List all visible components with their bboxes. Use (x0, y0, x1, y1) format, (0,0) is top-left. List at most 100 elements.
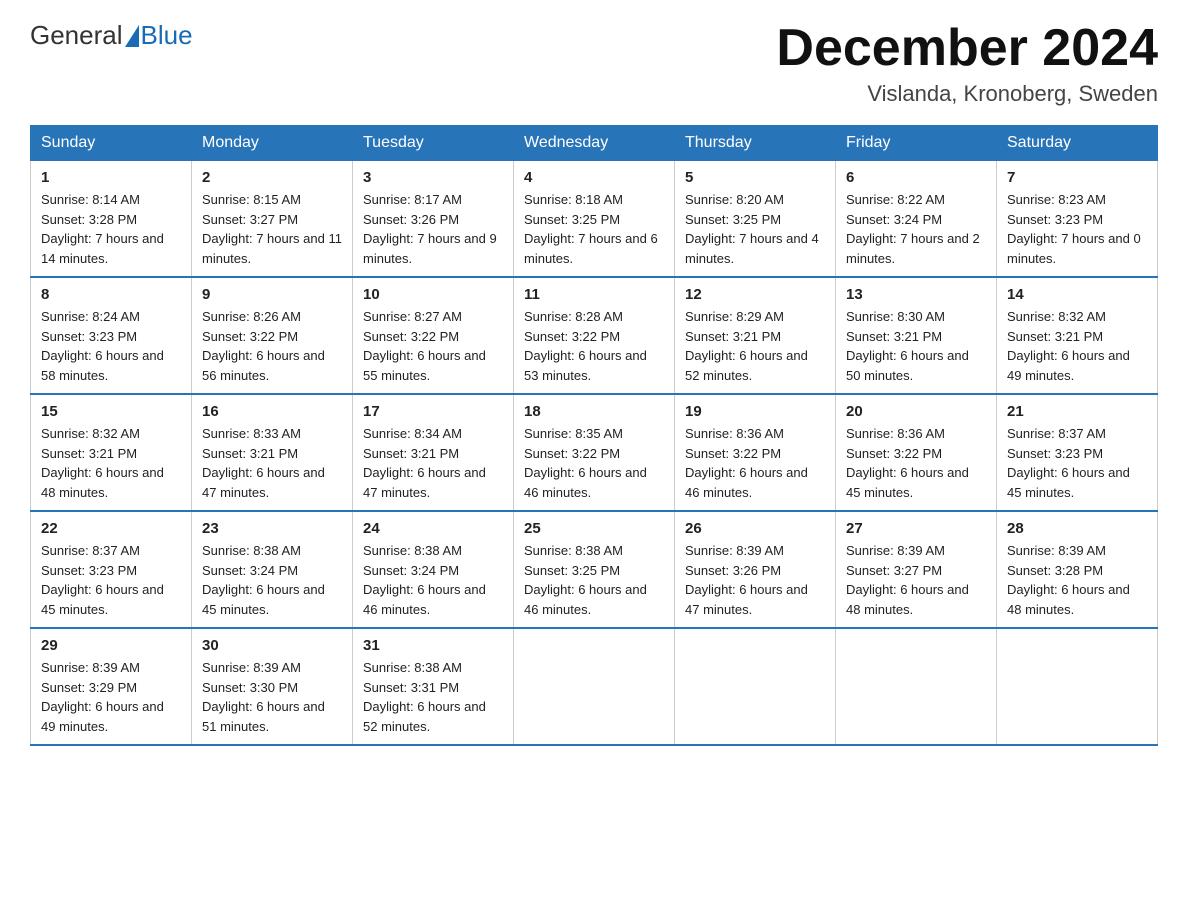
calendar-cell: 14 Sunrise: 8:32 AMSunset: 3:21 PMDaylig… (997, 277, 1158, 394)
day-number: 27 (846, 520, 986, 537)
month-title: December 2024 (776, 20, 1158, 77)
calendar-cell: 22 Sunrise: 8:37 AMSunset: 3:23 PMDaylig… (31, 511, 192, 628)
day-number: 10 (363, 286, 503, 303)
calendar-cell (675, 628, 836, 745)
calendar-week-row: 1 Sunrise: 8:14 AMSunset: 3:28 PMDayligh… (31, 161, 1158, 278)
day-number: 25 (524, 520, 664, 537)
logo-general-text: General (30, 20, 123, 51)
header-day-tuesday: Tuesday (353, 126, 514, 161)
day-info: Sunrise: 8:26 AMSunset: 3:22 PMDaylight:… (202, 309, 325, 383)
day-number: 26 (685, 520, 825, 537)
day-info: Sunrise: 8:34 AMSunset: 3:21 PMDaylight:… (363, 426, 486, 500)
calendar-cell: 10 Sunrise: 8:27 AMSunset: 3:22 PMDaylig… (353, 277, 514, 394)
location: Vislanda, Kronoberg, Sweden (776, 81, 1158, 107)
day-info: Sunrise: 8:38 AMSunset: 3:24 PMDaylight:… (363, 543, 486, 617)
header-day-monday: Monday (192, 126, 353, 161)
calendar-cell: 6 Sunrise: 8:22 AMSunset: 3:24 PMDayligh… (836, 161, 997, 278)
calendar-cell: 24 Sunrise: 8:38 AMSunset: 3:24 PMDaylig… (353, 511, 514, 628)
day-number: 16 (202, 403, 342, 420)
calendar-cell: 13 Sunrise: 8:30 AMSunset: 3:21 PMDaylig… (836, 277, 997, 394)
calendar-cell: 19 Sunrise: 8:36 AMSunset: 3:22 PMDaylig… (675, 394, 836, 511)
day-info: Sunrise: 8:38 AMSunset: 3:31 PMDaylight:… (363, 660, 486, 734)
day-info: Sunrise: 8:17 AMSunset: 3:26 PMDaylight:… (363, 192, 497, 266)
day-number: 4 (524, 169, 664, 186)
day-info: Sunrise: 8:38 AMSunset: 3:25 PMDaylight:… (524, 543, 647, 617)
day-number: 30 (202, 637, 342, 654)
calendar-cell: 16 Sunrise: 8:33 AMSunset: 3:21 PMDaylig… (192, 394, 353, 511)
day-number: 28 (1007, 520, 1147, 537)
day-info: Sunrise: 8:36 AMSunset: 3:22 PMDaylight:… (846, 426, 969, 500)
calendar-cell: 27 Sunrise: 8:39 AMSunset: 3:27 PMDaylig… (836, 511, 997, 628)
day-number: 6 (846, 169, 986, 186)
calendar-cell: 31 Sunrise: 8:38 AMSunset: 3:31 PMDaylig… (353, 628, 514, 745)
calendar-cell (836, 628, 997, 745)
calendar-cell: 26 Sunrise: 8:39 AMSunset: 3:26 PMDaylig… (675, 511, 836, 628)
day-info: Sunrise: 8:14 AMSunset: 3:28 PMDaylight:… (41, 192, 164, 266)
day-number: 24 (363, 520, 503, 537)
day-info: Sunrise: 8:30 AMSunset: 3:21 PMDaylight:… (846, 309, 969, 383)
header-day-sunday: Sunday (31, 126, 192, 161)
day-number: 15 (41, 403, 181, 420)
calendar-cell: 20 Sunrise: 8:36 AMSunset: 3:22 PMDaylig… (836, 394, 997, 511)
calendar-cell: 12 Sunrise: 8:29 AMSunset: 3:21 PMDaylig… (675, 277, 836, 394)
day-info: Sunrise: 8:35 AMSunset: 3:22 PMDaylight:… (524, 426, 647, 500)
header-day-friday: Friday (836, 126, 997, 161)
day-number: 17 (363, 403, 503, 420)
day-info: Sunrise: 8:39 AMSunset: 3:26 PMDaylight:… (685, 543, 808, 617)
calendar-week-row: 29 Sunrise: 8:39 AMSunset: 3:29 PMDaylig… (31, 628, 1158, 745)
header: General Blue December 2024 Vislanda, Kro… (30, 20, 1158, 107)
calendar-week-row: 15 Sunrise: 8:32 AMSunset: 3:21 PMDaylig… (31, 394, 1158, 511)
logo: General Blue (30, 20, 193, 51)
calendar-cell: 18 Sunrise: 8:35 AMSunset: 3:22 PMDaylig… (514, 394, 675, 511)
day-info: Sunrise: 8:39 AMSunset: 3:28 PMDaylight:… (1007, 543, 1130, 617)
day-number: 21 (1007, 403, 1147, 420)
day-info: Sunrise: 8:32 AMSunset: 3:21 PMDaylight:… (41, 426, 164, 500)
logo-triangle-icon (125, 25, 139, 47)
day-number: 20 (846, 403, 986, 420)
day-info: Sunrise: 8:39 AMSunset: 3:30 PMDaylight:… (202, 660, 325, 734)
calendar-cell: 21 Sunrise: 8:37 AMSunset: 3:23 PMDaylig… (997, 394, 1158, 511)
day-info: Sunrise: 8:36 AMSunset: 3:22 PMDaylight:… (685, 426, 808, 500)
day-info: Sunrise: 8:27 AMSunset: 3:22 PMDaylight:… (363, 309, 486, 383)
calendar-cell: 23 Sunrise: 8:38 AMSunset: 3:24 PMDaylig… (192, 511, 353, 628)
day-info: Sunrise: 8:33 AMSunset: 3:21 PMDaylight:… (202, 426, 325, 500)
day-number: 7 (1007, 169, 1147, 186)
day-info: Sunrise: 8:32 AMSunset: 3:21 PMDaylight:… (1007, 309, 1130, 383)
day-info: Sunrise: 8:24 AMSunset: 3:23 PMDaylight:… (41, 309, 164, 383)
calendar-week-row: 8 Sunrise: 8:24 AMSunset: 3:23 PMDayligh… (31, 277, 1158, 394)
day-number: 23 (202, 520, 342, 537)
calendar-header-row: SundayMondayTuesdayWednesdayThursdayFrid… (31, 126, 1158, 161)
calendar-cell: 7 Sunrise: 8:23 AMSunset: 3:23 PMDayligh… (997, 161, 1158, 278)
calendar-cell: 29 Sunrise: 8:39 AMSunset: 3:29 PMDaylig… (31, 628, 192, 745)
day-info: Sunrise: 8:18 AMSunset: 3:25 PMDaylight:… (524, 192, 658, 266)
calendar-cell: 25 Sunrise: 8:38 AMSunset: 3:25 PMDaylig… (514, 511, 675, 628)
calendar-cell: 1 Sunrise: 8:14 AMSunset: 3:28 PMDayligh… (31, 161, 192, 278)
day-number: 3 (363, 169, 503, 186)
logo-blue-text: Blue (141, 20, 193, 51)
day-info: Sunrise: 8:20 AMSunset: 3:25 PMDaylight:… (685, 192, 819, 266)
day-info: Sunrise: 8:15 AMSunset: 3:27 PMDaylight:… (202, 192, 342, 266)
calendar-week-row: 22 Sunrise: 8:37 AMSunset: 3:23 PMDaylig… (31, 511, 1158, 628)
day-number: 2 (202, 169, 342, 186)
day-number: 8 (41, 286, 181, 303)
header-day-wednesday: Wednesday (514, 126, 675, 161)
calendar-cell: 28 Sunrise: 8:39 AMSunset: 3:28 PMDaylig… (997, 511, 1158, 628)
day-info: Sunrise: 8:22 AMSunset: 3:24 PMDaylight:… (846, 192, 980, 266)
calendar-cell (997, 628, 1158, 745)
day-number: 12 (685, 286, 825, 303)
day-number: 22 (41, 520, 181, 537)
calendar-cell: 4 Sunrise: 8:18 AMSunset: 3:25 PMDayligh… (514, 161, 675, 278)
day-info: Sunrise: 8:39 AMSunset: 3:27 PMDaylight:… (846, 543, 969, 617)
day-info: Sunrise: 8:28 AMSunset: 3:22 PMDaylight:… (524, 309, 647, 383)
day-info: Sunrise: 8:23 AMSunset: 3:23 PMDaylight:… (1007, 192, 1141, 266)
day-number: 14 (1007, 286, 1147, 303)
header-day-thursday: Thursday (675, 126, 836, 161)
calendar-cell: 11 Sunrise: 8:28 AMSunset: 3:22 PMDaylig… (514, 277, 675, 394)
day-number: 29 (41, 637, 181, 654)
calendar-cell: 30 Sunrise: 8:39 AMSunset: 3:30 PMDaylig… (192, 628, 353, 745)
calendar-cell: 9 Sunrise: 8:26 AMSunset: 3:22 PMDayligh… (192, 277, 353, 394)
calendar-cell: 3 Sunrise: 8:17 AMSunset: 3:26 PMDayligh… (353, 161, 514, 278)
day-info: Sunrise: 8:29 AMSunset: 3:21 PMDaylight:… (685, 309, 808, 383)
day-number: 9 (202, 286, 342, 303)
calendar-cell: 8 Sunrise: 8:24 AMSunset: 3:23 PMDayligh… (31, 277, 192, 394)
